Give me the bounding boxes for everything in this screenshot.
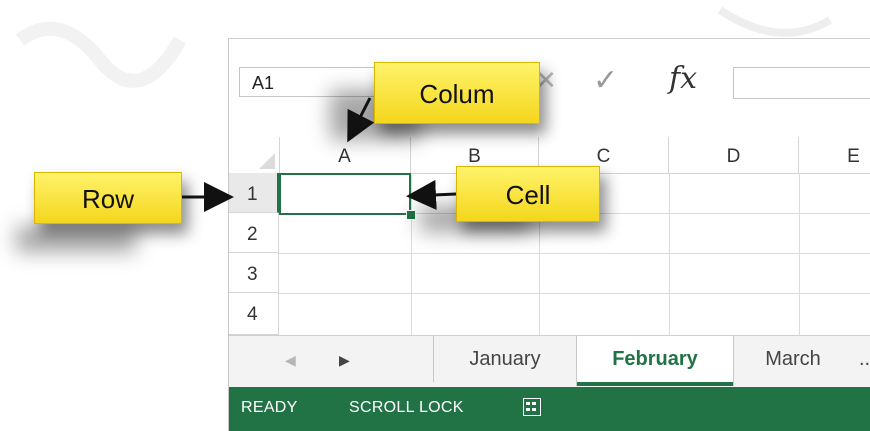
select-all-corner[interactable] (229, 137, 280, 173)
status-ready: READY (241, 399, 298, 416)
column-header-d[interactable]: D (669, 137, 799, 173)
insert-function-button[interactable]: fx (669, 61, 697, 96)
scroll-tabs-right-icon[interactable]: ▶ (339, 352, 350, 369)
fill-handle[interactable] (406, 210, 416, 220)
status-scroll-lock: SCROLL LOCK (349, 399, 464, 416)
tab-february[interactable]: February (577, 336, 733, 386)
formula-input[interactable] (733, 67, 870, 99)
row-header-3[interactable]: 3 (229, 253, 279, 293)
column-header-a[interactable]: A (279, 137, 411, 173)
scroll-tabs-left-icon[interactable]: ◀ (285, 352, 296, 369)
callout-row-label: Row (34, 172, 182, 224)
formula-bar: A1 ✕ ✓ fx (229, 61, 870, 101)
callout-shadow (16, 226, 136, 252)
gridline (669, 173, 670, 353)
row-header-1[interactable]: 1 (229, 173, 279, 213)
check-icon[interactable]: ✓ (593, 63, 618, 98)
callout-column-label: Colum (374, 62, 540, 124)
column-header-e[interactable]: E (799, 137, 870, 173)
row-header-4[interactable]: 4 (229, 293, 279, 335)
row-header-2[interactable]: 2 (229, 213, 279, 253)
active-cell-a1[interactable] (279, 173, 411, 215)
sheet-tab-bar: ◀ ▶ January February March ... (229, 335, 870, 388)
calculator-icon[interactable] (523, 398, 541, 416)
status-bar: READY SCROLL LOCK (229, 387, 870, 431)
gridline (279, 293, 870, 294)
gridline (279, 253, 870, 254)
gridline (411, 173, 412, 353)
tab-january[interactable]: January (434, 336, 576, 382)
callout-cell-label: Cell (456, 166, 600, 222)
tab-march[interactable]: March (735, 336, 851, 382)
more-sheets-button[interactable]: ... (859, 336, 870, 382)
excel-window: A1 ✕ ✓ fx A B C D E 1 2 3 4 ◀ ▶ January … (228, 38, 870, 431)
gridline (799, 173, 800, 353)
